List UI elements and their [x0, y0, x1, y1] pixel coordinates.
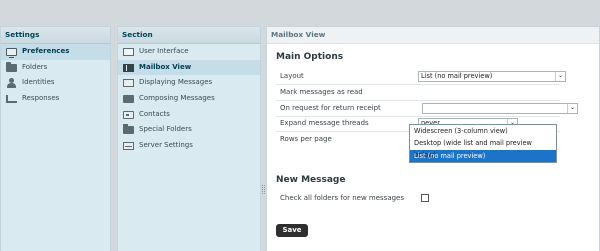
section-header: Section [118, 27, 260, 44]
layout-select-value: List (no mail preview) [421, 72, 493, 80]
layout-option-list[interactable]: List (no mail preview) [410, 149, 556, 162]
section-item-label: Server Settings [139, 141, 193, 150]
envelope-icon [123, 79, 134, 88]
mark-read-row: Mark messages as read [276, 85, 560, 101]
return-receipt-row: On request for return receipt ⌄ [276, 101, 578, 117]
identity-icon [6, 78, 17, 89]
contacts-icon [123, 110, 134, 119]
section-panel: Section User Interface Mailbox View Disp… [117, 26, 261, 251]
settings-item-label: Identities [22, 78, 55, 87]
settings-item-label: Responses [22, 94, 60, 103]
settings-item-folders[interactable]: Folders [1, 60, 110, 76]
section-item-displaying-messages[interactable]: Displaying Messages [118, 75, 260, 91]
layout-dropdown-menu: Widescreen (3-column view) Desktop (wide… [409, 124, 557, 163]
section-item-server-settings[interactable]: Server Settings [118, 138, 260, 154]
folder-icon [6, 61, 17, 72]
return-receipt-label: On request for return receipt [280, 104, 381, 112]
content-panel: Mailbox View Main Options Layout List (n… [266, 26, 600, 251]
chevron-down-icon: ⌄ [567, 104, 577, 113]
check-all-folders-checkbox[interactable] [421, 194, 429, 202]
panel-splitter-handle[interactable] [262, 185, 265, 194]
section-item-label: Composing Messages [139, 94, 215, 103]
section-item-composing-messages[interactable]: Composing Messages [118, 91, 260, 107]
content-header: Mailbox View [267, 27, 599, 44]
settings-header: Settings [1, 27, 110, 44]
new-message-title: New Message [276, 175, 346, 185]
monitor-icon [123, 48, 134, 56]
section-item-contacts[interactable]: Contacts [118, 107, 260, 123]
settings-item-label: Folders [22, 62, 48, 71]
rows-per-page-label: Rows per page [280, 135, 332, 143]
layout-label: Layout [280, 72, 304, 80]
server-icon [123, 142, 134, 151]
save-button[interactable]: Save [276, 224, 308, 237]
section-item-label: Contacts [139, 109, 170, 118]
check-all-folders-row: Check all folders for new messages [276, 191, 560, 206]
return-receipt-select[interactable]: ⌄ [422, 103, 578, 114]
mark-read-label: Mark messages as read [280, 88, 363, 96]
mailbox-layout-icon [123, 63, 134, 72]
chevron-down-icon: ⌄ [555, 72, 565, 81]
expand-threads-label: Expand message threads [280, 119, 369, 127]
section-item-user-interface[interactable]: User Interface [118, 44, 260, 60]
section-item-label: Mailbox View [139, 62, 192, 71]
settings-list: Preferences Folders Identities Responses [1, 44, 110, 107]
responses-icon [6, 95, 17, 104]
settings-item-responses[interactable]: Responses [1, 91, 110, 107]
settings-panel: Settings Preferences Folders Identities … [0, 26, 111, 251]
layout-option-widescreen[interactable]: Widescreen (3-column view) [410, 125, 556, 137]
settings-item-preferences[interactable]: Preferences [1, 44, 110, 60]
layout-select[interactable]: List (no mail preview) ⌄ [418, 71, 566, 82]
section-item-label: Displaying Messages [139, 78, 213, 87]
layout-row: Layout List (no mail preview) ⌄ [276, 69, 566, 85]
special-folder-icon [123, 124, 134, 135]
check-all-folders-label: Check all folders for new messages [280, 194, 405, 202]
section-item-label: User Interface [139, 47, 189, 55]
section-item-mailbox-view[interactable]: Mailbox View [118, 59, 260, 76]
main-options-title: Main Options [276, 52, 344, 62]
section-list: User Interface Mailbox View Displaying M… [118, 44, 260, 154]
preferences-icon [6, 48, 17, 58]
section-item-label: Special Folders [139, 125, 192, 134]
settings-item-identities[interactable]: Identities [1, 75, 110, 91]
compose-icon [123, 95, 134, 104]
section-item-special-folders[interactable]: Special Folders [118, 122, 260, 138]
settings-item-label: Preferences [22, 47, 70, 55]
layout-option-desktop[interactable]: Desktop (wide list and mail preview belo… [410, 137, 556, 159]
